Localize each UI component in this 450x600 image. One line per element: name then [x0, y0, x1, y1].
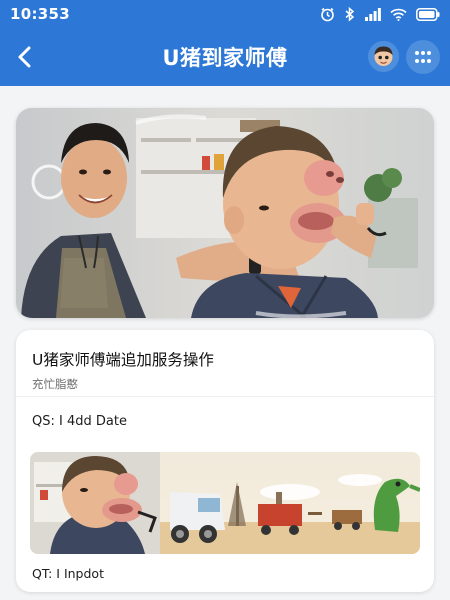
- alarm-icon: [320, 7, 335, 22]
- app-bar: U猪到家师傅: [0, 28, 450, 86]
- qt-line: QT: I Inpdot: [32, 566, 104, 581]
- signal-icon: [365, 7, 381, 21]
- avatar-icon: [368, 41, 399, 72]
- battery-icon: [416, 7, 440, 21]
- content-area: U猪家师傅端追加服务操作 充忙脂憨 QS: I 4dd Date QT: I I…: [0, 86, 450, 600]
- status-icons: [320, 6, 440, 22]
- status-bar: 10:353: [0, 0, 450, 28]
- status-time: 10:353: [10, 5, 70, 23]
- divider: [16, 396, 434, 397]
- service-subtitle: 充忙脂憨: [32, 377, 78, 391]
- qs-line: QS: I 4dd Date: [32, 414, 127, 429]
- service-card[interactable]: U猪家师傅端追加服务操作 充忙脂憨 QS: I 4dd Date QT: I I…: [16, 330, 434, 592]
- bluetooth-icon: [344, 6, 356, 22]
- service-title: U猪家师傅端追加服务操作: [32, 351, 214, 369]
- menu-button[interactable]: [406, 40, 440, 74]
- hero-photo: [16, 108, 434, 318]
- avatar-button[interactable]: [368, 41, 399, 72]
- grid-dots-icon: [415, 51, 431, 63]
- preview-image[interactable]: [30, 452, 420, 554]
- wifi-icon: [390, 8, 407, 21]
